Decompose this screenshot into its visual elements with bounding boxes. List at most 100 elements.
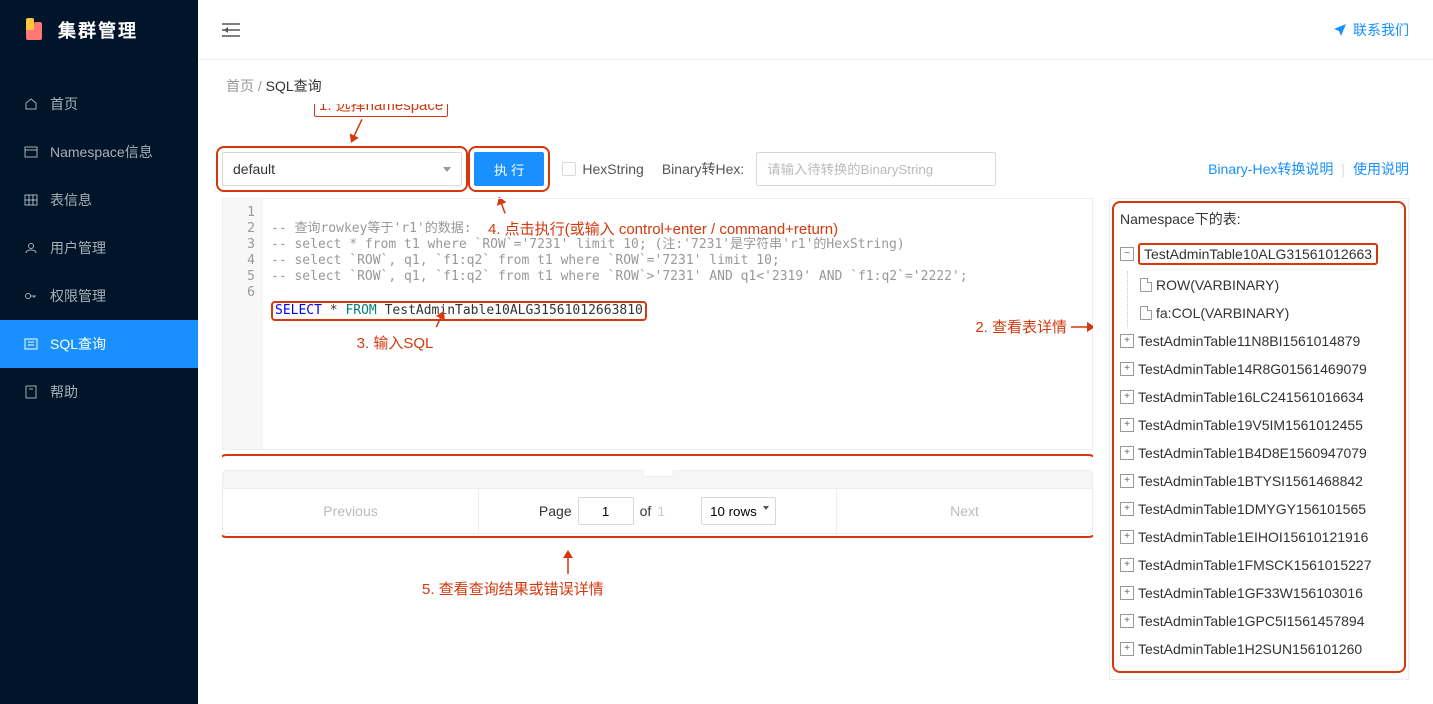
hexstring-label: HexString bbox=[582, 161, 643, 177]
link-binary-hex-desc[interactable]: Binary-Hex转换说明 bbox=[1208, 159, 1333, 179]
tree-child-label: fa:COL(VARBINARY) bbox=[1156, 305, 1289, 321]
nav-label: Namespace信息 bbox=[50, 142, 153, 162]
expand-icon[interactable]: + bbox=[1120, 530, 1134, 544]
tree-selected-label: TestAdminTable10ALG31561012663 bbox=[1138, 243, 1378, 265]
expand-icon[interactable]: + bbox=[1120, 334, 1134, 348]
nav-label: 用户管理 bbox=[50, 238, 106, 258]
tree-table-label: TestAdminTable1BTYSI1561468842 bbox=[1138, 473, 1363, 489]
tree-table-label: TestAdminTable16LC241561016634 bbox=[1138, 389, 1364, 405]
expand-icon[interactable]: + bbox=[1120, 614, 1134, 628]
nav-namespace[interactable]: Namespace信息 bbox=[0, 128, 198, 176]
tree-table-label: TestAdminTable14R8G01561469079 bbox=[1138, 361, 1367, 377]
annotation-1: 1. 选择namespace bbox=[314, 104, 448, 117]
namespace-select[interactable]: default bbox=[222, 152, 462, 186]
sidebar: 集群管理 首页 Namespace信息 表信息 用户管理 权限管理 bbox=[0, 0, 198, 704]
nav: 首页 Namespace信息 表信息 用户管理 权限管理 SQL查询 bbox=[0, 60, 198, 416]
breadcrumb-home[interactable]: 首页 bbox=[226, 78, 254, 94]
tree-table-label: TestAdminTable1H2SUN156101260 bbox=[1138, 641, 1362, 657]
expand-icon[interactable]: + bbox=[1120, 558, 1134, 572]
tree-table-item[interactable]: + TestAdminTable1GF33W156103016 bbox=[1120, 579, 1398, 607]
nav-home[interactable]: 首页 bbox=[0, 80, 198, 128]
expand-icon[interactable]: + bbox=[1120, 390, 1134, 404]
binary-input[interactable] bbox=[756, 152, 996, 186]
tree-table-item[interactable]: + TestAdminTable1DMYGY156101565 bbox=[1120, 495, 1398, 523]
tree-table-label: TestAdminTable1GF33W156103016 bbox=[1138, 585, 1363, 601]
topbar: 联系我们 bbox=[198, 0, 1433, 60]
hexstring-checkbox[interactable] bbox=[562, 162, 576, 176]
tree-child-label: ROW(VARBINARY) bbox=[1156, 277, 1279, 293]
table-tree-panel: Namespace下的表: − TestAdminTable10ALG31561… bbox=[1109, 198, 1409, 680]
tree-column-facol[interactable]: fa:COL(VARBINARY) bbox=[1140, 299, 1398, 327]
expand-icon[interactable]: + bbox=[1120, 642, 1134, 656]
nav-table[interactable]: 表信息 bbox=[0, 176, 198, 224]
send-icon bbox=[1333, 23, 1347, 37]
nav-permissions[interactable]: 权限管理 bbox=[0, 272, 198, 320]
table-icon bbox=[24, 193, 38, 207]
expand-icon[interactable]: + bbox=[1120, 474, 1134, 488]
editor-gutter: 123456 bbox=[223, 199, 263, 449]
expand-icon[interactable]: + bbox=[1120, 418, 1134, 432]
namespace-value: default bbox=[233, 161, 275, 177]
menu-toggle-icon[interactable] bbox=[222, 22, 240, 38]
sql-editor[interactable]: 123456 -- 查询rowkey等于'r1'的数据: -- select *… bbox=[222, 198, 1093, 450]
tree-table-label: TestAdminTable19V5IM1561012455 bbox=[1138, 417, 1363, 433]
collapse-icon[interactable]: − bbox=[1120, 247, 1134, 261]
highlight-execute bbox=[468, 146, 550, 192]
nav-users[interactable]: 用户管理 bbox=[0, 224, 198, 272]
breadcrumb-current: SQL查询 bbox=[266, 78, 322, 94]
breadcrumb: 首页 / SQL查询 bbox=[198, 60, 1433, 104]
contact-label: 联系我们 bbox=[1353, 20, 1409, 40]
nav-help[interactable]: 帮助 bbox=[0, 368, 198, 416]
nav-label: 首页 bbox=[50, 94, 78, 114]
tree-table-expanded[interactable]: − TestAdminTable10ALG31561012663 bbox=[1120, 237, 1398, 271]
editor-code[interactable]: -- 查询rowkey等于'r1'的数据: -- select * from t… bbox=[263, 199, 1092, 449]
results-drag-handle[interactable] bbox=[223, 471, 1092, 489]
tree-table-item[interactable]: + TestAdminTable19V5IM1561012455 bbox=[1120, 411, 1398, 439]
tree-table-label: TestAdminTable11N8BI1561014879 bbox=[1138, 333, 1360, 349]
binary-label: Binary转Hex: bbox=[662, 159, 744, 179]
tree-table-label: TestAdminTable1FMSCK1561015227 bbox=[1138, 557, 1371, 573]
link-usage[interactable]: 使用说明 bbox=[1353, 159, 1409, 179]
expand-icon[interactable]: + bbox=[1120, 446, 1134, 460]
tree-table-item[interactable]: + TestAdminTable11N8BI1561014879 bbox=[1120, 327, 1398, 355]
tree-table-item[interactable]: + TestAdminTable1FMSCK1561015227 bbox=[1120, 551, 1398, 579]
expand-icon[interactable]: + bbox=[1120, 502, 1134, 516]
main: 联系我们 首页 / SQL查询 1. 选择namespace default bbox=[198, 0, 1433, 704]
tree-table-item[interactable]: + TestAdminTable1H2SUN156101260 bbox=[1120, 635, 1398, 663]
sql-icon bbox=[24, 337, 38, 351]
tree-table-label: TestAdminTable1B4D8E1560947079 bbox=[1138, 445, 1367, 461]
tree-table-item[interactable]: + TestAdminTable1B4D8E1560947079 bbox=[1120, 439, 1398, 467]
app-title: 集群管理 bbox=[58, 17, 138, 43]
tree-table-label: TestAdminTable1EIHOI15610121916 bbox=[1138, 529, 1368, 545]
nav-label: 表信息 bbox=[50, 190, 92, 210]
nav-label: SQL查询 bbox=[50, 334, 106, 354]
pager-rows-select[interactable]: 10 rows bbox=[701, 497, 776, 525]
nav-sql[interactable]: SQL查询 bbox=[0, 320, 198, 368]
user-icon bbox=[24, 241, 38, 255]
home-icon bbox=[24, 97, 38, 111]
key-icon bbox=[24, 289, 38, 303]
nav-label: 权限管理 bbox=[50, 286, 106, 306]
file-icon bbox=[1140, 278, 1152, 292]
logo-icon bbox=[20, 16, 48, 44]
annotation-5: 5. 查看查询结果或错误详情 bbox=[422, 550, 604, 599]
tree-table-item[interactable]: + TestAdminTable1BTYSI1561468842 bbox=[1120, 467, 1398, 495]
tree-table-item[interactable]: + TestAdminTable1GPC5I1561457894 bbox=[1120, 607, 1398, 635]
file-icon bbox=[1140, 306, 1152, 320]
highlight-results bbox=[222, 454, 1093, 538]
help-icon bbox=[24, 385, 38, 399]
expand-icon[interactable]: + bbox=[1120, 362, 1134, 376]
namespace-icon bbox=[24, 145, 38, 159]
tree-table-item[interactable]: + TestAdminTable16LC241561016634 bbox=[1120, 383, 1398, 411]
nav-label: 帮助 bbox=[50, 382, 78, 402]
tree-column-row[interactable]: ROW(VARBINARY) bbox=[1140, 271, 1398, 299]
tree-table-item[interactable]: + TestAdminTable1EIHOI15610121916 bbox=[1120, 523, 1398, 551]
expand-icon[interactable]: + bbox=[1120, 586, 1134, 600]
tree-table-label: TestAdminTable1DMYGY156101565 bbox=[1138, 501, 1366, 517]
tree-title: Namespace下的表: bbox=[1120, 209, 1398, 229]
contact-link[interactable]: 联系我们 bbox=[1333, 20, 1409, 40]
annotation-arrow-1 bbox=[343, 116, 369, 148]
logo-area: 集群管理 bbox=[0, 0, 198, 60]
tree-table-item[interactable]: + TestAdminTable14R8G01561469079 bbox=[1120, 355, 1398, 383]
tree-table-label: TestAdminTable1GPC5I1561457894 bbox=[1138, 613, 1365, 629]
